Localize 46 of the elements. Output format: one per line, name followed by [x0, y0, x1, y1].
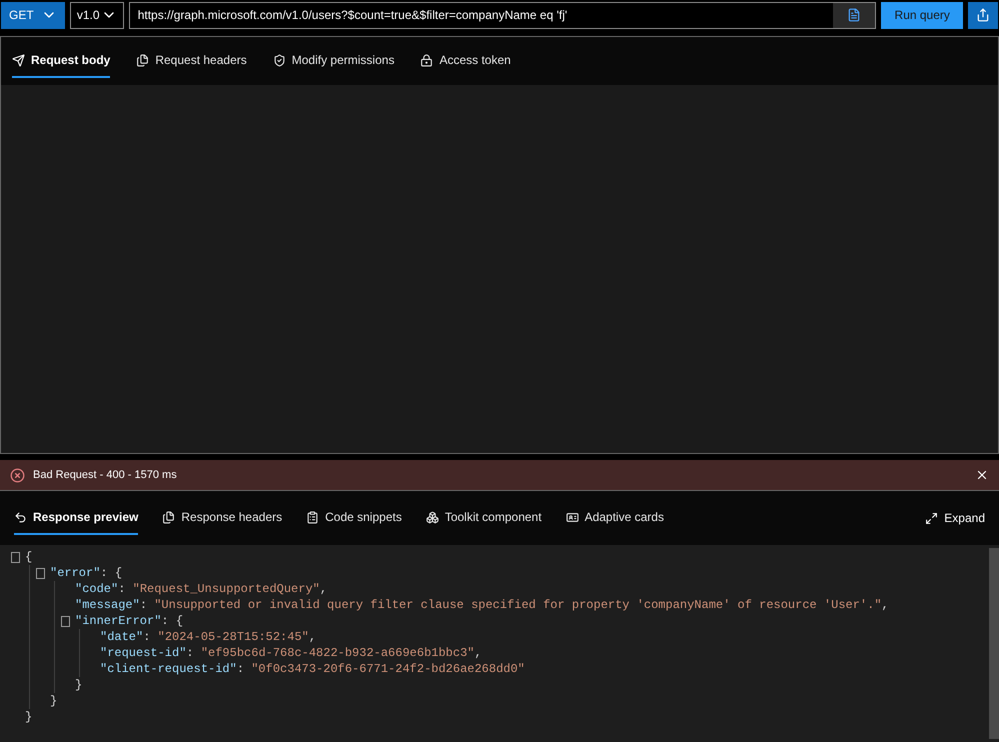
- blocks-icon: [426, 510, 439, 524]
- tab[interactable]: Toolkit component: [426, 501, 542, 535]
- expand-icon: [925, 512, 938, 524]
- code-line: "code": "Request_UnsupportedQuery",: [75, 581, 328, 598]
- clipboard-icon: [306, 510, 320, 524]
- scrollbar[interactable]: [989, 548, 999, 739]
- code-line: "message": "Unsupported or invalid query filter clause specified for property 'companyName' of resource 'User'.",: [75, 597, 889, 614]
- code-line: }: [75, 677, 82, 694]
- version-dropdown[interactable]: v1.0: [70, 2, 124, 28]
- code-line: {: [25, 549, 32, 566]
- send-icon: [12, 54, 25, 66]
- code-line: "innerError": {: [75, 613, 184, 630]
- code-line: "error": {: [50, 565, 122, 582]
- id-card-icon: [566, 510, 579, 524]
- code-line: }: [25, 709, 32, 726]
- fold-marker[interactable]: [11, 552, 20, 562]
- lock-icon: [420, 54, 434, 66]
- method-dropdown[interactable]: GET: [1, 2, 65, 28]
- tab[interactable]: Response preview: [14, 501, 138, 535]
- tab[interactable]: Code snippets: [306, 501, 402, 535]
- documents-icon: [136, 54, 150, 66]
- status-text: Bad Request - 400 - 1570 ms: [33, 468, 178, 483]
- tab[interactable]: Request body: [12, 44, 110, 78]
- tab[interactable]: Access token: [420, 44, 511, 78]
- fold-marker[interactable]: [61, 616, 70, 626]
- tab[interactable]: Modify permissions: [272, 44, 394, 78]
- documents-icon: [162, 510, 176, 524]
- run-query-button[interactable]: Run query: [881, 2, 964, 28]
- undo-icon: [14, 510, 27, 524]
- url-field[interactable]: https://graph.microsoft.com/v1.0/users?$count=true&$filter=companyName eq 'fj': [128, 2, 876, 28]
- document-icon: [847, 8, 862, 22]
- close-icon[interactable]: [975, 468, 989, 482]
- expand-button[interactable]: Expand: [925, 509, 985, 527]
- code-line: "date": "2024-05-28T15:52:45",: [100, 629, 316, 646]
- tab[interactable]: Response headers: [162, 501, 282, 535]
- fold-marker[interactable]: [36, 568, 45, 578]
- error-icon: [10, 468, 25, 482]
- document-button[interactable]: [833, 2, 876, 28]
- share-icon: [976, 8, 990, 22]
- tab[interactable]: Request headers: [136, 44, 247, 78]
- code-line: "client-request-id": "0f0c3473-20f6-6771-24f2-bd26ae268dd0": [100, 661, 525, 678]
- tab[interactable]: Adaptive cards: [566, 501, 664, 535]
- share-button[interactable]: [968, 2, 998, 28]
- shield-icon: [272, 54, 286, 66]
- code-line: "request-id": "ef95bc6d-768c-4822-b932-a669e6b1bbc3",: [100, 645, 482, 662]
- code-line: }: [50, 693, 58, 710]
